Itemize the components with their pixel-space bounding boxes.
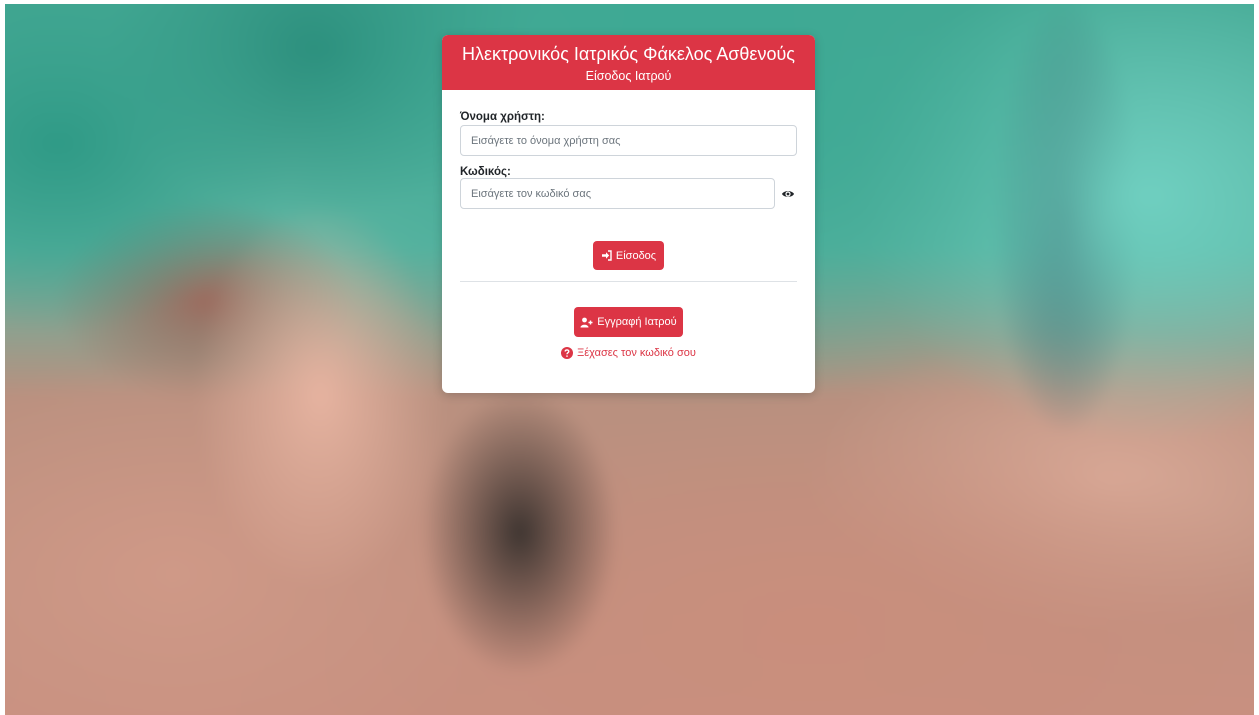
card-header: Ηλεκτρονικός Ιατρικός Φάκελος Ασθενούς Ε…	[442, 35, 815, 90]
user-plus-icon	[580, 317, 593, 328]
forgot-password-label: Ξέχασες τον κωδικό σου	[577, 347, 696, 359]
password-label: Κωδικός:	[460, 166, 511, 178]
username-label: Όνομα χρήστη:	[460, 111, 545, 123]
login-card: Ηλεκτρονικός Ιατρικός Φάκελος Ασθενούς Ε…	[442, 35, 815, 393]
register-doctor-button[interactable]: Εγγραφή Ιατρού	[574, 307, 683, 337]
app-title: Ηλεκτρονικός Ιατρικός Φάκελος Ασθενούς	[462, 44, 795, 64]
login-button[interactable]: Είσοδος	[593, 241, 664, 270]
sign-in-icon	[601, 250, 612, 261]
eye-icon[interactable]	[781, 187, 795, 201]
question-circle-icon	[561, 347, 574, 359]
password-input[interactable]	[460, 178, 775, 209]
divider	[460, 281, 797, 282]
page-subtitle: Είσοδος Ιατρού	[585, 69, 672, 83]
page-frame: Ηλεκτρονικός Ιατρικός Φάκελος Ασθενούς Ε…	[5, 4, 1254, 715]
login-button-label: Είσοδος	[615, 249, 657, 262]
forgot-password-link[interactable]: Ξέχασες τον κωδικό σου	[442, 347, 815, 359]
register-button-label: Εγγραφή Ιατρού	[597, 316, 677, 328]
username-input[interactable]	[460, 125, 797, 156]
